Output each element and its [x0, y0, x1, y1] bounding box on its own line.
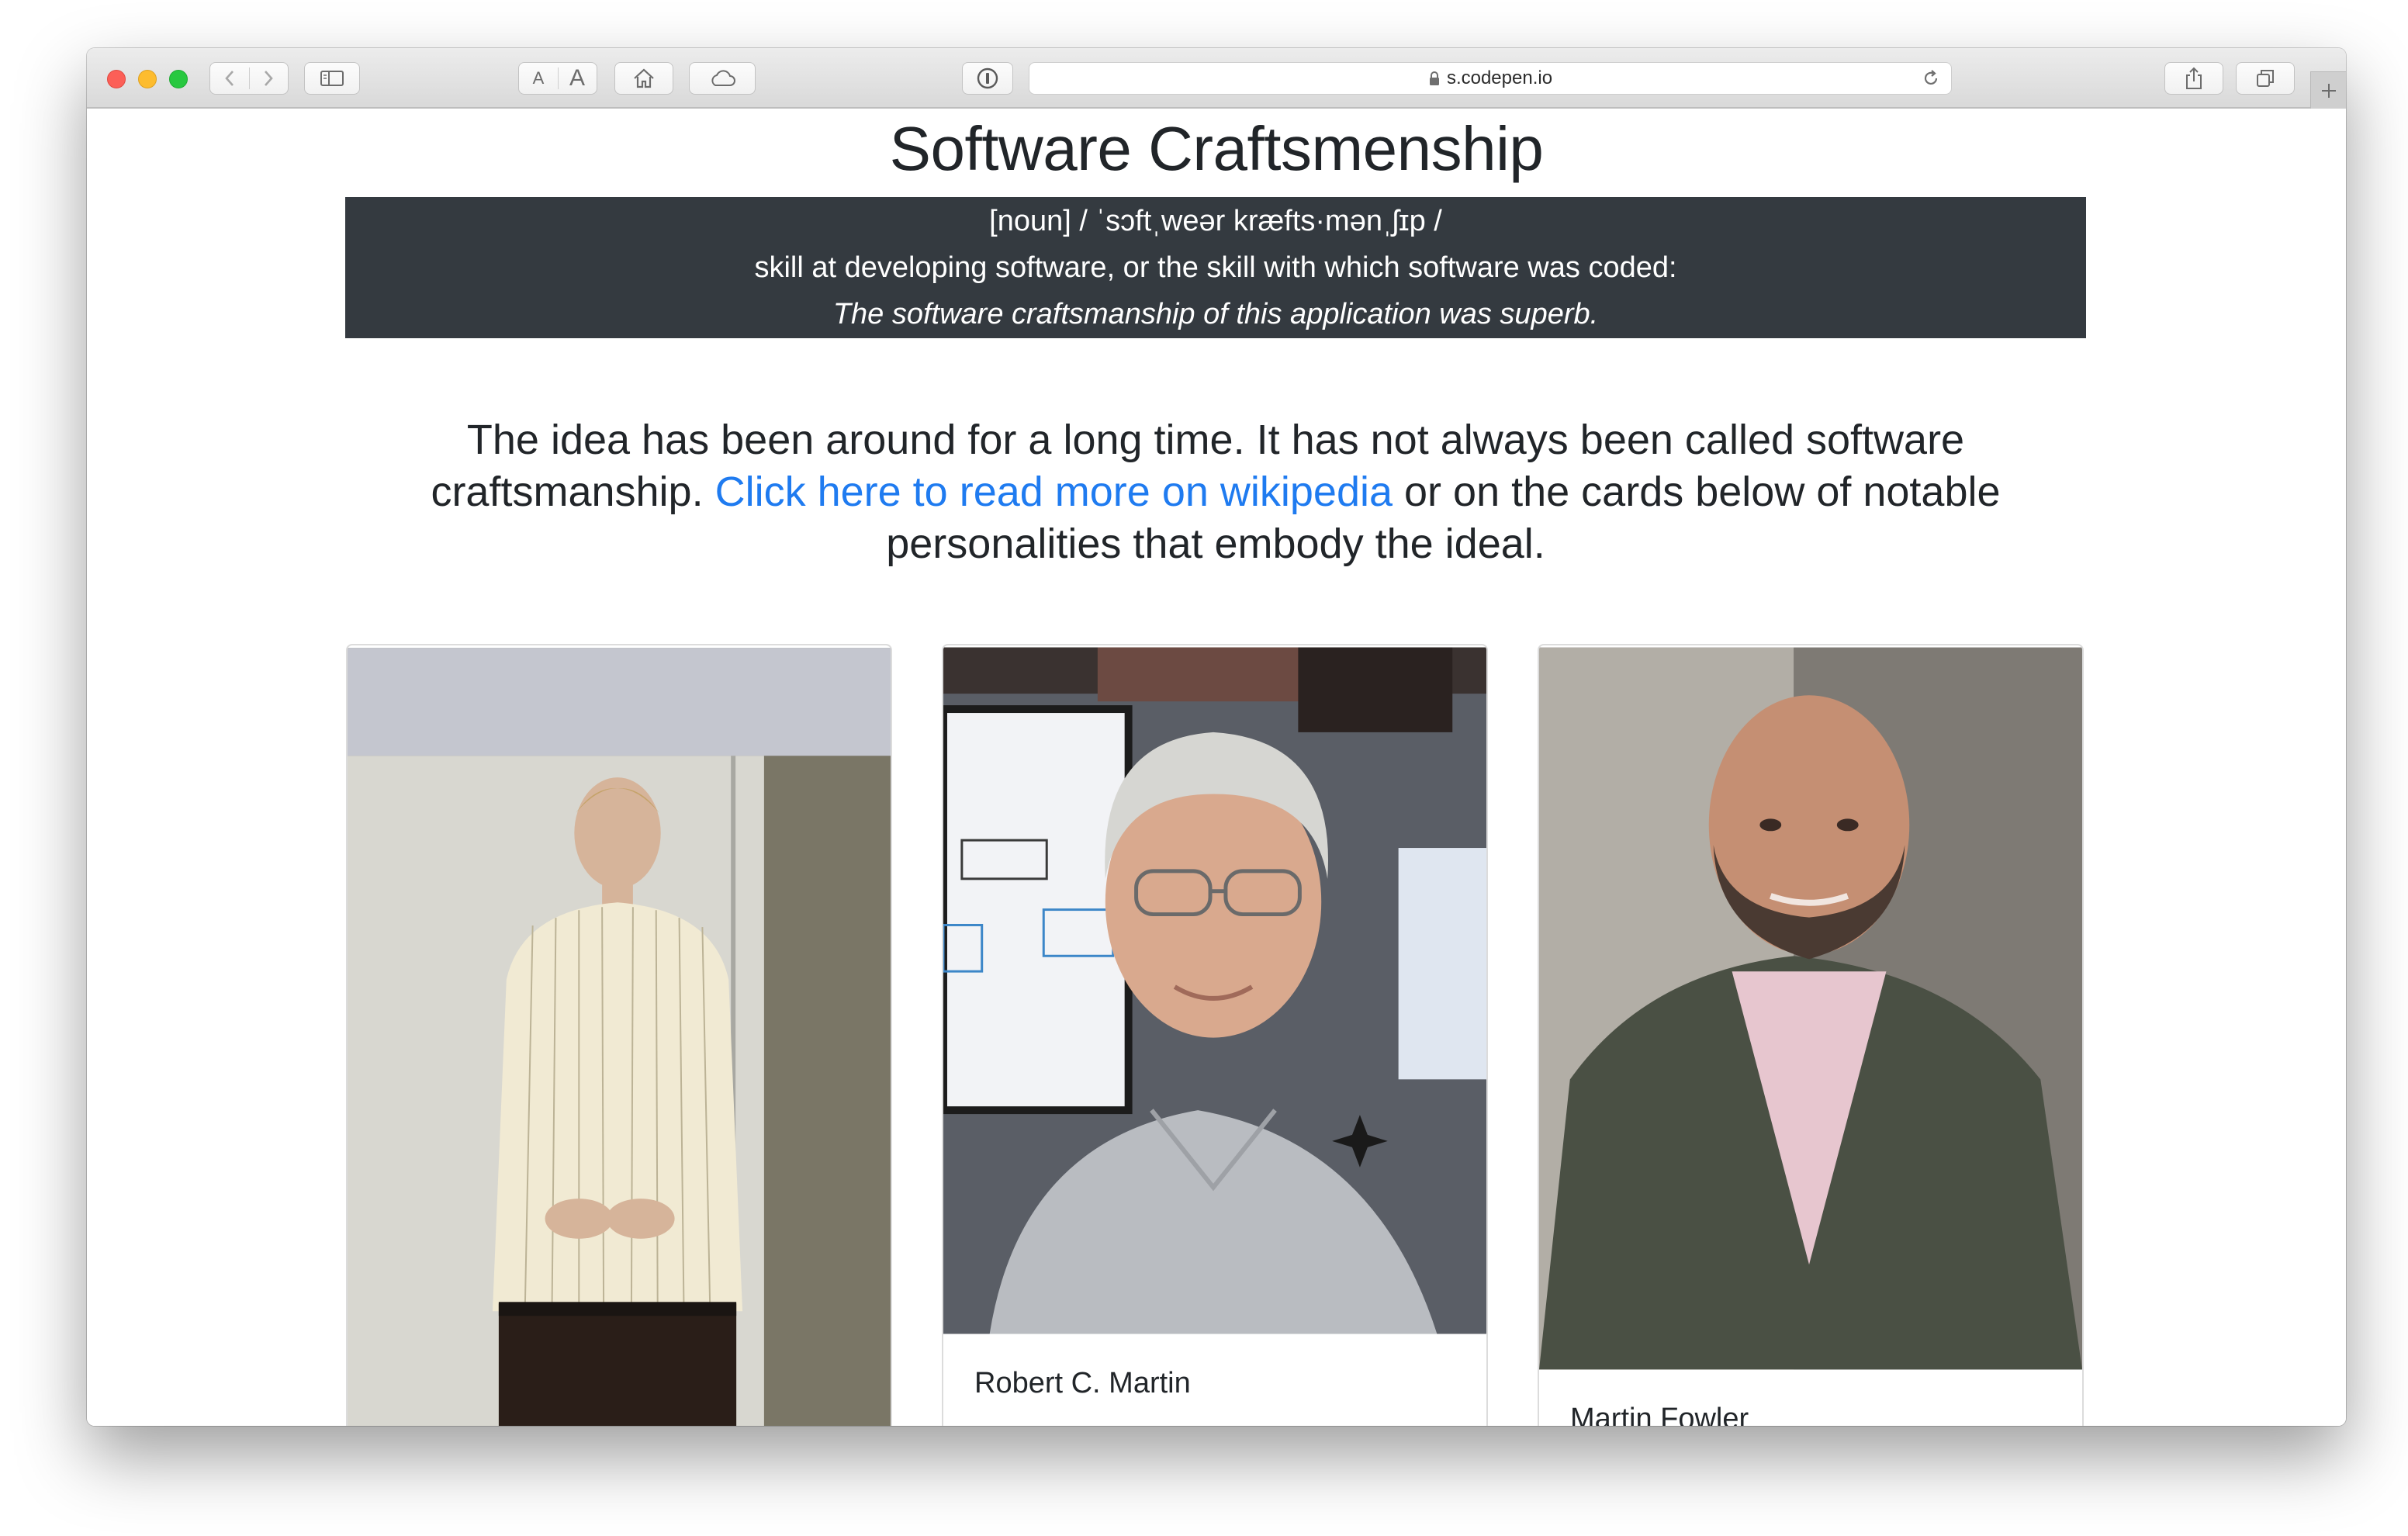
back-button[interactable] — [210, 69, 249, 88]
wikipedia-link[interactable]: Click here to read more on wikipedia — [715, 469, 1393, 515]
share-button[interactable] — [2164, 62, 2223, 95]
browser-toolbar: A A s.codepen.io — [87, 48, 2346, 109]
keyhole-icon — [977, 67, 998, 89]
url-text: s.codepen.io — [1446, 67, 1553, 88]
share-icon — [2186, 67, 2202, 89]
lock-icon — [1428, 71, 1441, 86]
show-all-tabs-button[interactable] — [2236, 62, 2295, 95]
page-title: Software Craftsmenship — [889, 114, 1544, 183]
tabs-overview-icon — [2257, 70, 2274, 87]
card-name: Robert C. Martin — [974, 1367, 1191, 1399]
reload-icon[interactable] — [1922, 69, 1940, 92]
history-nav-group — [209, 62, 289, 95]
definition-box: [noun] / ˈsɔftˌweər kræfts·mənˌʃɪp / ski… — [345, 197, 2086, 338]
new-tab-button[interactable] — [2310, 71, 2346, 109]
personality-card[interactable]: Martin Fowler — [1538, 644, 2084, 1426]
address-bar[interactable]: s.codepen.io — [1029, 62, 1952, 95]
close-window-button[interactable] — [107, 70, 126, 88]
card-photo — [943, 647, 1486, 1334]
card-name: Martin Fowler — [1570, 1403, 1749, 1426]
card-photo — [1539, 647, 2082, 1370]
sidebar-icon — [320, 71, 344, 86]
personality-card[interactable]: Robert C. Martin — [942, 644, 1488, 1426]
forward-button[interactable] — [249, 69, 288, 88]
sidebar-button[interactable] — [304, 62, 360, 95]
definition-example: The software craftsmanship of this appli… — [832, 298, 1599, 330]
minimize-window-button[interactable] — [138, 70, 157, 88]
definition-pronunciation: [noun] / ˈsɔftˌweər kræfts·mənˌʃɪp / — [989, 205, 1442, 237]
page-content: Software Craftsmenship [noun] / ˈsɔftˌwe… — [87, 109, 2346, 1426]
password-extension-button[interactable] — [962, 62, 1013, 95]
card-photo — [348, 648, 891, 1426]
maximize-window-button[interactable] — [169, 70, 188, 88]
browser-window: A A s.codepen.io Software Craftsmenship … — [87, 48, 2346, 1426]
text-size-group: A A — [518, 62, 597, 95]
font-larger-button[interactable]: A — [558, 65, 597, 92]
home-icon — [634, 68, 654, 88]
chevron-left-icon — [225, 71, 234, 86]
plus-icon — [2321, 83, 2336, 98]
intro-paragraph: The idea has been around for a long time… — [382, 414, 2050, 570]
chevron-right-icon — [265, 71, 273, 86]
cloud-icon — [711, 70, 735, 86]
personality-card[interactable] — [346, 644, 892, 1426]
definition-meaning: skill at developing software, or the ski… — [754, 251, 1677, 284]
font-smaller-button[interactable]: A — [519, 68, 558, 88]
home-button[interactable] — [614, 62, 673, 95]
icloud-tabs-button[interactable] — [689, 62, 756, 95]
